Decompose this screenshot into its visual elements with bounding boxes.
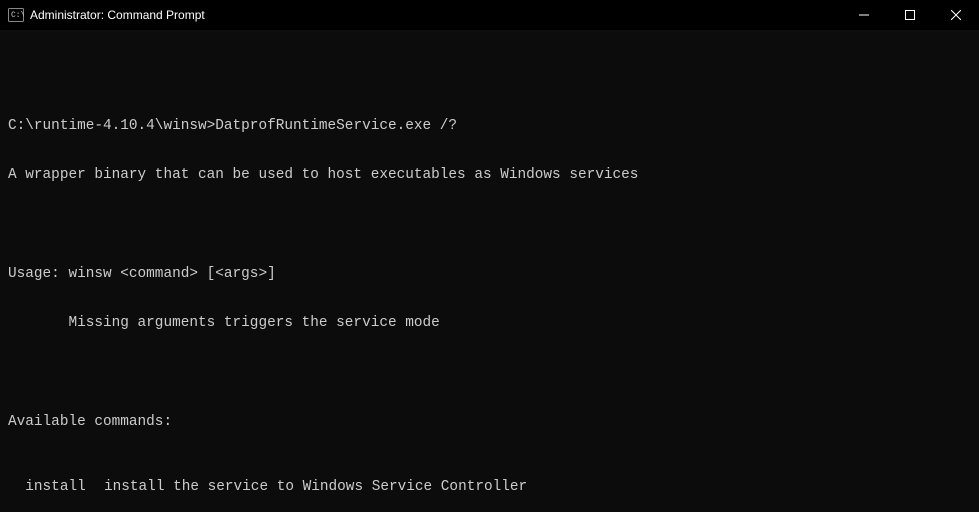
cmd-icon: C:\ (8, 7, 24, 23)
svg-text:C:\: C:\ (11, 11, 24, 20)
command-name: install (8, 479, 104, 495)
blank-line (8, 69, 971, 85)
output-line: Available commands: (8, 414, 971, 430)
command-row: installinstall the service to Windows Se… (8, 479, 971, 495)
output-line: A wrapper binary that can be used to hos… (8, 167, 971, 183)
command-prompt-window: C:\ Administrator: Command Prompt C:\run… (0, 0, 979, 512)
minimize-button[interactable] (841, 0, 887, 30)
close-button[interactable] (933, 0, 979, 30)
prompt-path: C:\runtime-4.10.4\winsw> (8, 118, 215, 134)
window-controls (841, 0, 979, 29)
output-line: Missing arguments triggers the service m… (8, 315, 971, 331)
blank-line (8, 217, 971, 233)
window-title: Administrator: Command Prompt (30, 8, 841, 22)
maximize-button[interactable] (887, 0, 933, 30)
output-line: Usage: winsw <command> [<args>] (8, 266, 971, 282)
entered-command: DatprofRuntimeService.exe /? (215, 118, 457, 134)
blank-line (8, 364, 971, 380)
prompt-line: C:\runtime-4.10.4\winsw>DatprofRuntimeSe… (8, 118, 971, 134)
command-desc: install the service to Windows Service C… (104, 479, 527, 495)
terminal-area[interactable]: C:\runtime-4.10.4\winsw>DatprofRuntimeSe… (0, 30, 979, 512)
titlebar[interactable]: C:\ Administrator: Command Prompt (0, 0, 979, 30)
